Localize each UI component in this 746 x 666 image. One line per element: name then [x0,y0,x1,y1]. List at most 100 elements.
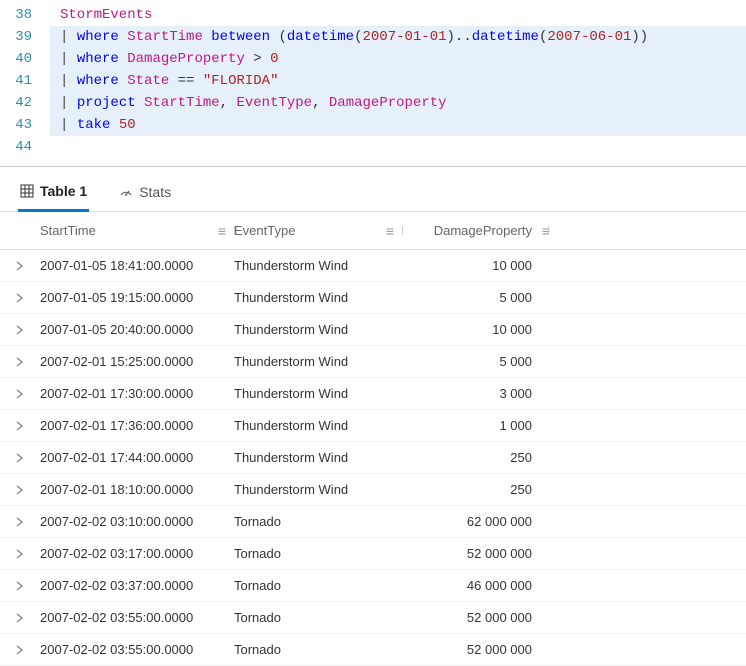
cell-starttime: 2007-01-05 20:40:00.0000 [34,322,234,337]
table-row[interactable]: 2007-01-05 19:15:00.0000Thunderstorm Win… [0,282,746,314]
expand-row-icon[interactable] [6,453,34,463]
code-line[interactable]: 41| where State == "FLORIDA" [0,70,746,92]
line-number: 42 [0,92,50,114]
cell-damageproperty: 5 000 [402,290,548,305]
token: .. [455,29,472,45]
token: State [127,73,177,89]
code-content[interactable]: | where State == "FLORIDA" [50,70,746,92]
column-header-damageproperty[interactable]: DamageProperty ≡ [402,223,548,238]
code-line[interactable]: 42| project StartTime, EventType, Damage… [0,92,746,114]
expand-row-icon[interactable] [6,549,34,559]
cell-eventtype: Thunderstorm Wind [234,322,402,337]
expand-row-icon[interactable] [6,357,34,367]
table-row[interactable]: 2007-01-05 20:40:00.0000Thunderstorm Win… [0,314,746,346]
code-line[interactable]: 40| where DamageProperty > 0 [0,48,746,70]
token: )) [631,29,648,45]
code-line[interactable]: 44 [0,136,746,158]
cell-damageproperty: 10 000 [402,322,548,337]
token: "FLORIDA" [203,73,279,89]
cell-starttime: 2007-02-01 17:36:00.0000 [34,418,234,433]
table-row[interactable]: 2007-02-02 03:17:00.0000Tornado52 000 00… [0,538,746,570]
cell-eventtype: Tornado [234,514,402,529]
cell-starttime: 2007-01-05 19:15:00.0000 [34,290,234,305]
expand-row-icon[interactable] [6,261,34,271]
query-editor[interactable]: 38StormEvents39| where StartTime between… [0,0,746,167]
tab-stats[interactable]: Stats [117,178,173,210]
token: ( [278,29,286,45]
cell-damageproperty: 5 000 [402,354,548,369]
expand-row-icon[interactable] [6,389,34,399]
expand-row-icon[interactable] [6,421,34,431]
table-row[interactable]: 2007-02-02 03:55:00.0000Tornado52 000 00… [0,634,746,666]
token: between [211,29,278,45]
cell-starttime: 2007-02-02 03:55:00.0000 [34,610,234,625]
expand-row-icon[interactable] [6,613,34,623]
token: where [77,29,127,45]
results-tabs: Table 1 Stats [0,167,746,212]
table-row[interactable]: 2007-02-01 17:44:00.0000Thunderstorm Win… [0,442,746,474]
expand-row-icon[interactable] [6,645,34,655]
expand-row-icon[interactable] [6,325,34,335]
hamburger-icon[interactable]: ≡ [218,223,226,239]
code-line[interactable]: 38 StormEvents [0,4,746,26]
table-row[interactable]: 2007-02-01 17:36:00.0000Thunderstorm Win… [0,410,746,442]
cell-damageproperty: 52 000 000 [402,546,548,561]
table-row[interactable]: 2007-02-02 03:37:00.0000Tornado46 000 00… [0,570,746,602]
table-row[interactable]: 2007-02-01 18:10:00.0000Thunderstorm Win… [0,474,746,506]
line-number: 43 [0,114,50,136]
expand-row-icon[interactable] [6,581,34,591]
grid-header: StartTime ≡ EventType ≡ DamageProperty ≡ [0,212,746,250]
token: DamageProperty [127,51,253,67]
token: 2007-01-01 [363,29,447,45]
code-line[interactable]: 39| where StartTime between (datetime(20… [0,26,746,48]
cell-starttime: 2007-01-05 18:41:00.0000 [34,258,234,273]
cell-eventtype: Thunderstorm Wind [234,354,402,369]
code-content[interactable]: | where StartTime between (datetime(2007… [50,26,746,48]
token: , [220,95,237,111]
cell-starttime: 2007-02-02 03:17:00.0000 [34,546,234,561]
cell-damageproperty: 250 [402,482,548,497]
code-content[interactable]: | project StartTime, EventType, DamagePr… [50,92,746,114]
code-content[interactable]: StormEvents [50,4,746,26]
hamburger-icon[interactable]: ≡ [386,223,394,239]
line-number: 39 [0,26,50,48]
token: StormEvents [60,7,152,23]
table-row[interactable]: 2007-01-05 18:41:00.0000Thunderstorm Win… [0,250,746,282]
column-header-starttime[interactable]: StartTime ≡ [34,223,234,238]
cell-starttime: 2007-02-02 03:10:00.0000 [34,514,234,529]
table-row[interactable]: 2007-02-02 03:55:00.0000Tornado52 000 00… [0,602,746,634]
line-number: 38 [0,4,50,26]
line-number: 44 [0,136,50,158]
cell-eventtype: Tornado [234,642,402,657]
table-row[interactable]: 2007-02-01 15:25:00.0000Thunderstorm Win… [0,346,746,378]
token: | [60,117,77,133]
expand-row-icon[interactable] [6,485,34,495]
token: == [178,73,203,89]
tab-stats-label: Stats [139,184,171,200]
cell-eventtype: Tornado [234,546,402,561]
expand-row-icon[interactable] [6,517,34,527]
column-header-eventtype[interactable]: EventType ≡ [234,223,402,238]
code-line[interactable]: 43| take 50 [0,114,746,136]
table-row[interactable]: 2007-02-02 03:10:00.0000Tornado62 000 00… [0,506,746,538]
cell-eventtype: Tornado [234,610,402,625]
token: | [60,29,77,45]
tab-table[interactable]: Table 1 [18,177,89,212]
cell-damageproperty: 52 000 000 [402,642,548,657]
cell-damageproperty: 250 [402,450,548,465]
cell-damageproperty: 10 000 [402,258,548,273]
line-number: 40 [0,48,50,70]
code-content[interactable]: | where DamageProperty > 0 [50,48,746,70]
column-divider[interactable] [548,226,549,235]
cell-starttime: 2007-02-02 03:55:00.0000 [34,642,234,657]
token: 0 [270,51,278,67]
table-row[interactable]: 2007-02-01 17:30:00.0000Thunderstorm Win… [0,378,746,410]
token: datetime [472,29,539,45]
column-header-label: EventType [234,223,295,238]
code-content[interactable]: | take 50 [50,114,746,136]
cell-eventtype: Thunderstorm Wind [234,290,402,305]
cell-damageproperty: 46 000 000 [402,578,548,593]
token: DamageProperty [329,95,447,111]
expand-row-icon[interactable] [6,293,34,303]
grid-body: 2007-01-05 18:41:00.0000 Thunderstorm Win… [0,250,746,666]
